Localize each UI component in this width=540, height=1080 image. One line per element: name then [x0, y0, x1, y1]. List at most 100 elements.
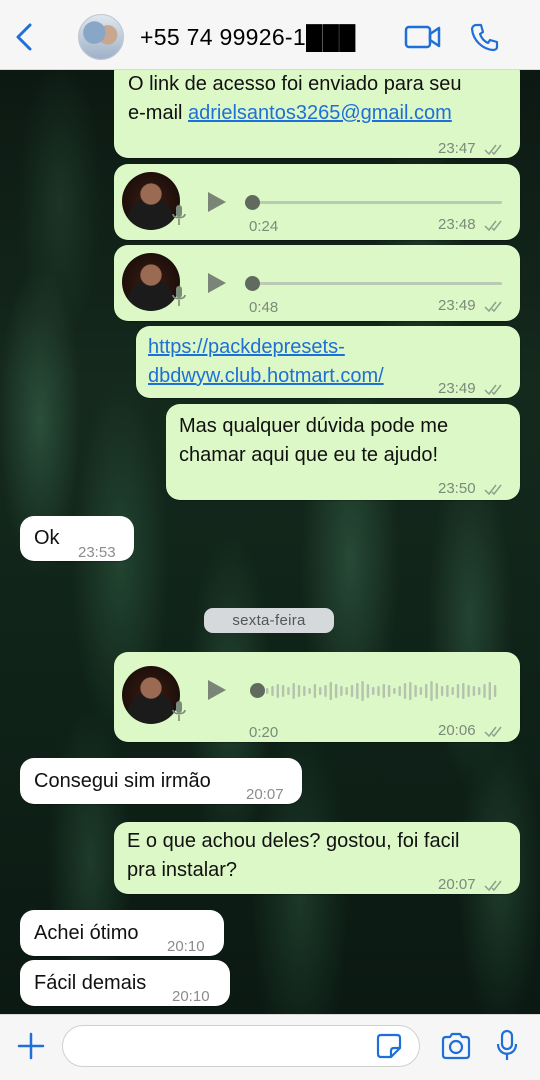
waveform-bar — [356, 683, 359, 699]
url-link[interactable]: https://packdepresets- — [148, 333, 345, 362]
phone-icon — [470, 23, 499, 52]
waveform-bar — [382, 684, 385, 698]
waveform-bar — [276, 684, 279, 698]
waveform-bar — [435, 683, 438, 699]
voice-call-button[interactable] — [470, 22, 500, 52]
message-text: Fácil demais — [34, 972, 147, 994]
audio-duration: 0:48 — [249, 299, 279, 316]
message-time: 23:48 — [438, 210, 506, 239]
waveform-bar — [340, 686, 343, 696]
play-icon[interactable] — [206, 271, 228, 295]
double-check-icon — [484, 726, 502, 738]
chevron-left-icon — [16, 23, 32, 51]
message-bubble[interactable]: Consegui sim irmão 20:07 — [20, 758, 302, 804]
microphone-icon — [172, 286, 186, 306]
waveform-bar — [319, 687, 322, 695]
waveform-bar — [281, 685, 285, 697]
message-time: 23:50 — [438, 474, 506, 503]
message-time: 20:07 — [246, 786, 284, 803]
waveform-bar — [425, 684, 428, 698]
url-link[interactable]: dbdwyw.club.hotmart.com/ — [148, 362, 384, 391]
message-text: E o que achou deles? gostou, foi facil — [127, 830, 460, 852]
waveform-bar — [446, 685, 449, 697]
message-time: 20:10 — [172, 988, 210, 1005]
sticker-button[interactable] — [376, 1033, 402, 1059]
waveform-bar — [414, 685, 417, 697]
play-icon[interactable] — [206, 678, 228, 702]
play-icon[interactable] — [206, 190, 228, 214]
camera-icon — [441, 1032, 471, 1060]
record-voice-button[interactable] — [496, 1029, 518, 1061]
audio-duration: 0:20 — [249, 724, 279, 741]
waveform-bar — [419, 687, 423, 695]
audio-waveform[interactable] — [264, 678, 504, 704]
waveform-bar — [308, 688, 311, 694]
waveform-bar — [287, 687, 290, 695]
voice-message[interactable]: 0:48 23:49 — [114, 245, 520, 321]
waveform-bar — [303, 686, 306, 696]
waveform-bar — [297, 685, 301, 697]
waveform-bar — [372, 687, 375, 695]
plus-icon — [17, 1032, 45, 1060]
message-bubble[interactable]: Achei ótimo 20:10 — [20, 910, 224, 956]
attach-button[interactable] — [16, 1031, 46, 1061]
audio-scrubber-knob[interactable] — [245, 276, 260, 291]
double-check-icon — [484, 484, 502, 496]
camera-button[interactable] — [440, 1031, 472, 1061]
waveform-bar — [488, 682, 491, 700]
waveform-bar — [324, 685, 327, 697]
waveform-bar — [462, 683, 465, 699]
message-text: Achei ótimo — [34, 922, 139, 944]
message-time: 20:06 — [438, 716, 506, 745]
voice-message[interactable]: 0:24 23:48 — [114, 164, 520, 240]
waveform-bar — [472, 686, 476, 696]
waveform-bar — [345, 687, 348, 695]
double-check-icon — [484, 301, 502, 313]
video-call-button[interactable] — [404, 22, 442, 52]
composer-bar — [0, 1014, 540, 1080]
message-bubble[interactable]: E o que achou deles? gostou, foi facil p… — [114, 822, 520, 894]
waveform-bar — [361, 681, 364, 701]
message-text: e-mail — [128, 102, 189, 124]
message-text: pra instalar? — [127, 859, 238, 881]
waveform-bar — [377, 686, 380, 696]
double-check-icon — [484, 144, 502, 156]
message-bubble[interactable]: O link de acesso foi enviado para seu e-… — [114, 58, 520, 158]
message-time: 20:07 — [438, 870, 506, 899]
waveform-bar — [467, 685, 470, 697]
message-bubble[interactable]: https://packdepresets- dbdwyw.club.hotma… — [136, 326, 520, 398]
audio-progress-track[interactable] — [252, 282, 502, 285]
message-time: 23:47 — [438, 134, 506, 163]
contact-name[interactable]: +55 74 99926-1███ — [140, 24, 356, 51]
message-input[interactable] — [62, 1025, 420, 1067]
waveform-bar — [334, 684, 338, 698]
waveform-bar — [292, 683, 295, 699]
waveform-bar — [456, 684, 460, 698]
back-button[interactable] — [12, 22, 38, 52]
message-text: O link de acesso foi enviado para seu — [128, 73, 462, 95]
message-time: 23:53 — [78, 544, 116, 561]
message-text: Ok — [34, 527, 60, 549]
voice-message[interactable]: 0:20 20:06 — [114, 652, 520, 742]
chat-header: +55 74 99926-1███ — [0, 0, 540, 70]
sticker-icon — [376, 1033, 402, 1059]
waveform-bar — [409, 682, 412, 700]
message-text: Consegui sim irmão — [34, 770, 211, 792]
audio-progress-track[interactable] — [252, 201, 502, 204]
waveform-bar — [329, 682, 332, 700]
message-time: 23:49 — [438, 374, 506, 403]
video-camera-icon — [404, 25, 441, 49]
waveform-bar — [387, 685, 391, 697]
email-link[interactable]: adrielsantos3265@gmail.com — [188, 102, 452, 124]
contact-avatar[interactable] — [78, 14, 124, 60]
message-bubble[interactable]: Mas qualquer dúvida pode me chamar aqui … — [166, 404, 520, 500]
message-text: Mas qualquer dúvida pode me — [179, 415, 449, 437]
message-bubble[interactable]: Ok 23:53 — [20, 516, 134, 561]
message-bubble[interactable]: Fácil demais 20:10 — [20, 960, 230, 1006]
message-time: 20:10 — [167, 938, 205, 955]
audio-scrubber-knob[interactable] — [245, 195, 260, 210]
waveform-bar — [350, 685, 354, 697]
audio-scrubber-knob[interactable] — [250, 683, 265, 698]
waveform-bar — [451, 687, 454, 695]
audio-duration: 0:24 — [249, 218, 279, 235]
